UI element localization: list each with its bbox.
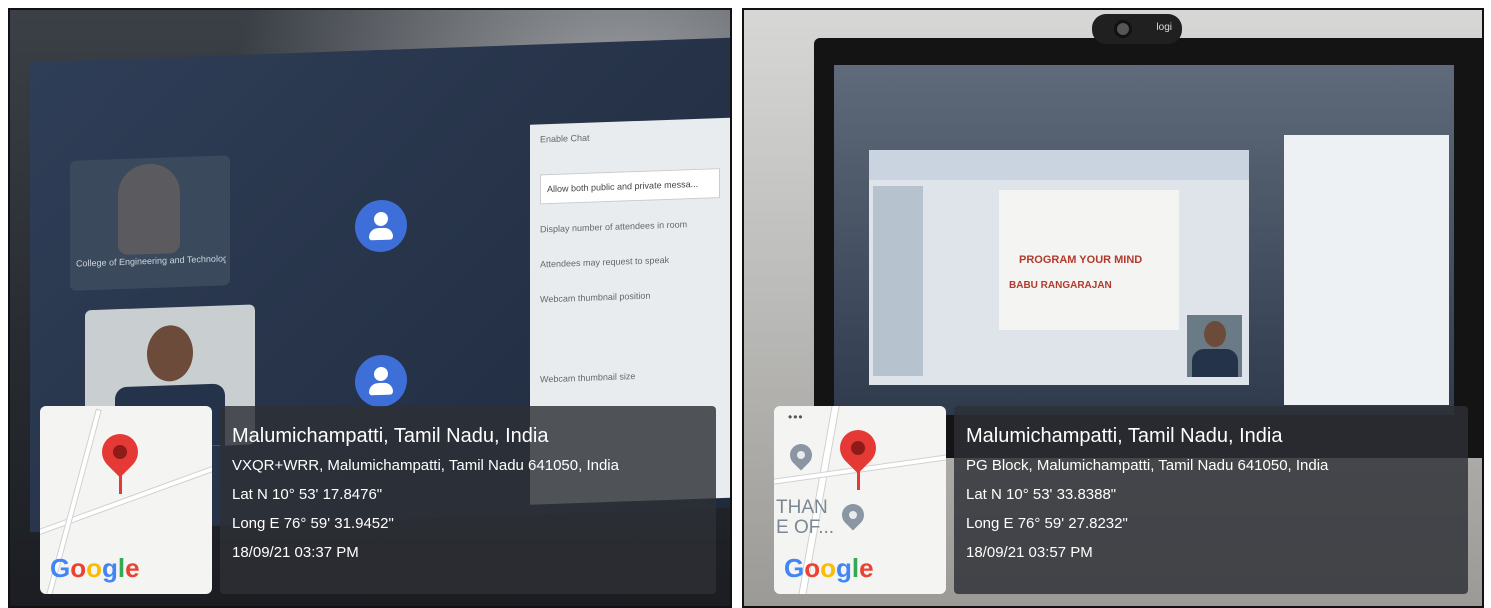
- panel-request-speak: Attendees may request to speak: [540, 254, 670, 270]
- slide-thumbnails: [873, 186, 923, 376]
- panel-thumb-size: Webcam thumbnail size: [540, 371, 636, 385]
- chat-panel: [1284, 135, 1449, 405]
- address: VXQR+WRR, Malumichampatti, Tamil Nadu 64…: [232, 457, 619, 474]
- map-thumbnail: ••• THAN E OF... Google: [774, 406, 946, 594]
- panel-enable-chat: Enable Chat: [540, 132, 590, 145]
- presenter-head: [147, 324, 193, 383]
- powerpoint-window: PROGRAM YOUR MIND BABU RANGARAJAN: [869, 150, 1249, 385]
- presenter-body: [1191, 349, 1238, 377]
- datetime: 18/09/21 03:37 PM: [232, 544, 359, 561]
- google-logo: Google: [50, 553, 140, 583]
- map-place-label: THAN E OF...: [776, 497, 835, 538]
- more-icon: •••: [788, 410, 804, 424]
- address: PG Block, Malumichampatti, Tamil Nadu 64…: [966, 457, 1329, 474]
- panel-thumb-position: Webcam thumbnail position: [540, 290, 651, 305]
- datetime: 18/09/21 03:57 PM: [966, 544, 1093, 561]
- longitude: Long E 76° 59' 31.9452": [232, 515, 394, 532]
- latitude: Lat N 10° 53' 17.8476": [232, 486, 383, 503]
- presenter-head: [1203, 321, 1226, 347]
- location-title: Malumichampatti, Tamil Nadu, India: [232, 425, 549, 447]
- tile-caption: College of Engineering and Technology: [76, 253, 226, 269]
- geotag-overlay: ••• THAN E OF... Google Malumichampatti,…: [774, 406, 1468, 594]
- presenter-webcam: [1187, 315, 1242, 377]
- location-title: Malumichampatti, Tamil Nadu, India: [966, 425, 1283, 447]
- webcam-brand: logi: [1156, 22, 1172, 33]
- longitude: Long E 76° 59' 27.8232": [966, 515, 1128, 532]
- slide-speaker: BABU RANGARAJAN: [1009, 280, 1112, 291]
- place-pin-icon: [837, 499, 869, 531]
- geotag-info: Malumichampatti, Tamil Nadu, India PG Bl…: [954, 406, 1468, 594]
- latitude: Lat N 10° 53' 33.8388": [966, 486, 1117, 503]
- ribbon: [869, 150, 1249, 180]
- photo-left: College of Engineering and Technology En…: [8, 8, 732, 608]
- panel-display-count: Display number of attendees in room: [540, 219, 688, 235]
- photo-right: logi PROGRAM YOUR MIND BABU RANGARAJAN •…: [742, 8, 1484, 608]
- location-pin-stem: [119, 464, 122, 494]
- map-thumbnail: Google: [40, 406, 212, 594]
- slide: PROGRAM YOUR MIND BABU RANGARAJAN: [999, 190, 1179, 330]
- attendee-avatar: [355, 354, 407, 408]
- geotag-info: Malumichampatti, Tamil Nadu, India VXQR+…: [220, 406, 716, 594]
- panel-allow-messages[interactable]: Allow both public and private messa...: [540, 168, 720, 205]
- school-pin-icon: [785, 439, 817, 471]
- webcam-lens-icon: [1114, 20, 1132, 38]
- google-logo: Google: [784, 553, 874, 583]
- attendee-avatar: [355, 199, 407, 253]
- speaker-figure: [118, 162, 180, 256]
- geotag-overlay: Google Malumichampatti, Tamil Nadu, Indi…: [40, 406, 716, 594]
- slide-title: PROGRAM YOUR MIND: [1019, 254, 1143, 266]
- location-pin-stem: [857, 460, 860, 490]
- monitor-screen: PROGRAM YOUR MIND BABU RANGARAJAN: [834, 65, 1454, 415]
- video-tile-speaker: College of Engineering and Technology: [70, 155, 230, 291]
- webcam-device: logi: [1092, 14, 1182, 44]
